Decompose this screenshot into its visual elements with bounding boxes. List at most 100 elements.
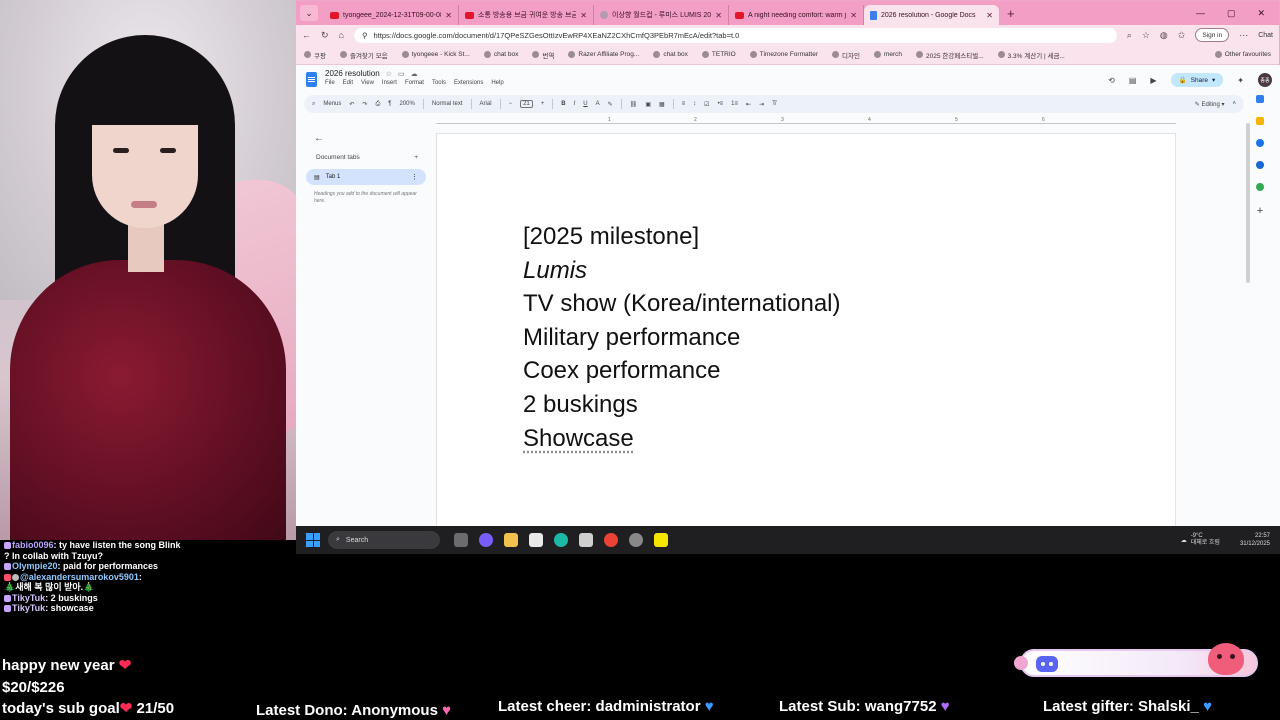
sign-in-button[interactable]: Sign in xyxy=(1195,28,1230,42)
tab-more-icon[interactable]: ⋮ xyxy=(411,173,418,181)
doc-line[interactable]: Military performance xyxy=(523,321,840,355)
search-menus-icon[interactable]: ⌕ xyxy=(312,101,315,108)
bookmark-item[interactable]: chat box xyxy=(653,51,688,58)
calendar-icon[interactable] xyxy=(1256,95,1264,103)
docs-logo-icon[interactable] xyxy=(306,72,317,87)
close-icon[interactable]: ✕ xyxy=(850,11,857,20)
increase-size-icon[interactable]: + xyxy=(541,101,545,107)
bookmark-item[interactable]: 번역 xyxy=(532,50,554,60)
minimize-icon[interactable]: — xyxy=(1196,8,1205,19)
copilot-chat-button[interactable]: Chat xyxy=(1258,32,1273,39)
bookmark-item[interactable]: TETRIO xyxy=(701,51,736,58)
maps-icon[interactable] xyxy=(1256,183,1264,191)
home-icon[interactable]: ⌂ xyxy=(339,30,344,40)
zoom-select[interactable]: 200% xyxy=(400,101,415,107)
print-icon[interactable]: ⎙ xyxy=(375,101,380,108)
doc-line[interactable]: Lumis xyxy=(523,254,840,288)
close-icon[interactable]: ✕ xyxy=(715,11,722,20)
checklist-icon[interactable]: ☑ xyxy=(704,101,709,108)
zoom-icon[interactable]: ⌕ xyxy=(1127,30,1132,41)
close-icon[interactable]: ✕ xyxy=(986,11,993,20)
tasks-icon[interactable] xyxy=(1256,139,1264,147)
reload-icon[interactable]: ↻ xyxy=(321,30,329,41)
menu-extensions[interactable]: Extensions xyxy=(454,80,483,86)
edge-icon[interactable] xyxy=(554,533,568,547)
share-button[interactable]: 🔒 Share ▾ xyxy=(1170,73,1224,87)
scrollbar[interactable] xyxy=(1246,123,1250,283)
avatar[interactable]: 종종 xyxy=(1258,73,1272,87)
meet-icon[interactable]: ▶ xyxy=(1150,76,1156,85)
maximize-icon[interactable]: ▢ xyxy=(1227,8,1236,19)
app-icon[interactable] xyxy=(479,533,493,547)
tab-1[interactable]: ▤ Tab 1 ⋮ xyxy=(306,169,426,185)
browser-tab[interactable]: 소통 방송용 브금 귀여운 방송 브금 ✕ xyxy=(459,5,594,25)
history-icon[interactable]: ⟲ xyxy=(1108,76,1115,85)
star-icon[interactable]: ☆ xyxy=(386,70,392,78)
tab-search-icon[interactable]: ⌄ xyxy=(300,5,318,21)
browser-tab[interactable]: 이상향 월드컵 - 루미스 LUMIS 2025 ✕ xyxy=(594,5,729,25)
doc-line[interactable]: Showcase xyxy=(523,422,840,456)
decrease-indent-icon[interactable]: ⇤ xyxy=(746,101,751,108)
address-bar[interactable]: ⚲ https://docs.google.com/document/d/17Q… xyxy=(353,27,1117,43)
move-folder-icon[interactable]: ▭ xyxy=(398,70,405,78)
horizontal-ruler[interactable]: 1 2 3 4 5 6 xyxy=(436,117,1176,129)
menu-view[interactable]: View xyxy=(361,80,374,86)
menu-insert[interactable]: Insert xyxy=(382,80,397,86)
menu-format[interactable]: Format xyxy=(405,80,424,86)
comment-icon[interactable]: ▣ xyxy=(645,101,651,108)
other-favourites[interactable]: Other favourites xyxy=(1214,51,1271,58)
kakaotalk-icon[interactable] xyxy=(654,533,668,547)
star-icon[interactable]: ☆ xyxy=(1142,30,1150,41)
line-spacing-icon[interactable]: ↕ xyxy=(693,101,696,107)
extensions-icon[interactable]: ◍ xyxy=(1160,30,1168,41)
keep-icon[interactable] xyxy=(1256,117,1264,125)
bookmark-item[interactable]: 3.3% 계산기 | 세금... xyxy=(997,50,1065,60)
bookmark-item[interactable]: chat box xyxy=(483,51,518,58)
decrease-size-icon[interactable]: − xyxy=(509,101,513,107)
store-icon[interactable] xyxy=(529,533,543,547)
new-tab-icon[interactable]: + xyxy=(1007,6,1015,21)
menu-help[interactable]: Help xyxy=(491,80,503,86)
paint-format-icon[interactable]: ¶ xyxy=(388,101,391,107)
obs-icon[interactable] xyxy=(629,533,643,547)
document-page[interactable]: [2025 milestone] Lumis TV show (Korea/in… xyxy=(436,133,1176,527)
browser-tab-active[interactable]: 2026 resolution - Google Docs ✕ xyxy=(864,5,999,25)
contacts-icon[interactable] xyxy=(1256,161,1264,169)
back-arrow-icon[interactable]: ← xyxy=(314,133,426,144)
doc-line[interactable]: 2 buskings xyxy=(523,388,840,422)
redo-icon[interactable]: ↷ xyxy=(362,101,367,108)
snipping-tool-icon[interactable] xyxy=(579,533,593,547)
increase-indent-icon[interactable]: ⇥ xyxy=(759,101,764,108)
editing-mode-select[interactable]: ✎ Editing ▾ xyxy=(1195,101,1225,108)
file-explorer-icon[interactable] xyxy=(504,533,518,547)
bookmark-item[interactable]: Timezone Formatter xyxy=(749,51,818,58)
bookmark-item[interactable]: 쿠팡 xyxy=(304,50,326,60)
image-icon[interactable]: ▦ xyxy=(659,101,665,108)
doc-line[interactable]: TV show (Korea/international) xyxy=(523,287,840,321)
font-size-input[interactable]: 21 xyxy=(520,100,533,108)
numbered-list-icon[interactable]: 1≡ xyxy=(731,101,738,107)
bold-icon[interactable]: B xyxy=(561,101,565,107)
menus-search[interactable]: Menus xyxy=(323,101,341,107)
font-select[interactable]: Arial xyxy=(480,101,492,107)
task-view-icon[interactable] xyxy=(454,533,468,547)
gemini-icon[interactable]: ✦ xyxy=(1237,76,1244,85)
bookmark-item[interactable]: 2025 한강페스티벌... xyxy=(916,50,984,60)
document-title[interactable]: 2026 resolution xyxy=(325,69,380,78)
align-icon[interactable]: ≡ xyxy=(682,101,686,107)
menu-tools[interactable]: Tools xyxy=(432,80,446,86)
close-icon[interactable]: ✕ xyxy=(445,11,452,20)
document-body[interactable]: [2025 milestone] Lumis TV show (Korea/in… xyxy=(523,220,840,455)
bookmark-item[interactable]: merch xyxy=(873,51,902,58)
bulleted-list-icon[interactable]: •≡ xyxy=(718,101,724,107)
collapse-toolbar-icon[interactable]: ˄ xyxy=(1232,101,1236,107)
system-clock[interactable]: 22:57 31/12/2025 xyxy=(1240,532,1270,548)
site-info-icon[interactable]: ⚲ xyxy=(362,31,368,40)
back-icon[interactable]: ← xyxy=(302,30,311,40)
bookmark-item[interactable]: 즐겨찾기 모음 xyxy=(339,50,388,60)
menu-edit[interactable]: Edit xyxy=(343,80,353,86)
style-select[interactable]: Normal text xyxy=(432,101,463,107)
underline-icon[interactable]: U xyxy=(583,101,587,107)
favorites-icon[interactable]: ✩ xyxy=(1178,30,1186,41)
add-tab-icon[interactable]: + xyxy=(414,154,418,161)
